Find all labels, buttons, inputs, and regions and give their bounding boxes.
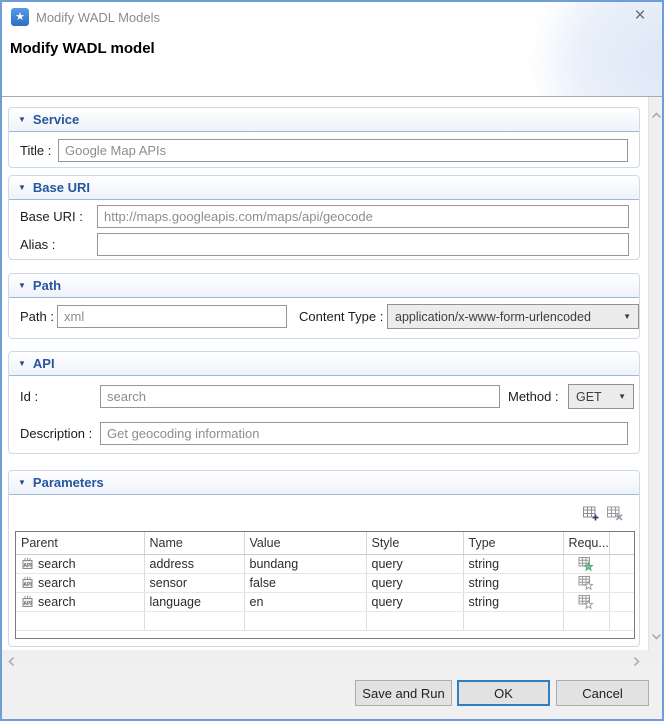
horizontal-scrollbar[interactable] (2, 650, 662, 667)
required-toggle-icon[interactable] (578, 594, 594, 610)
content-type-dropdown[interactable]: application/x-www-form-urlencoded ▼ (387, 304, 639, 329)
collapse-arrow-icon: ▼ (18, 115, 26, 124)
required-toggle-icon[interactable] (578, 556, 594, 572)
dropdown-arrow-icon: ▼ (618, 392, 626, 401)
collapse-arrow-icon: ▼ (18, 281, 26, 290)
save-and-run-button[interactable]: Save and Run (355, 680, 452, 706)
cell-style: query (366, 573, 463, 592)
method-value: GET (576, 390, 602, 404)
cell-name: address (144, 554, 244, 573)
id-label: Id : (20, 385, 38, 408)
section-header-api[interactable]: ▼ API (9, 352, 639, 376)
table-row[interactable]: API search language en query string (16, 592, 634, 611)
column-header-parent[interactable]: Parent (16, 532, 144, 554)
section-title-base-uri: Base URI (33, 180, 90, 195)
cell-type: string (463, 554, 563, 573)
button-bar: Save and Run OK Cancel (2, 667, 662, 719)
scroll-down-icon[interactable] (650, 627, 662, 645)
table-row[interactable]: API search address bundang query string (16, 554, 634, 573)
section-title-api: API (33, 356, 55, 371)
method-label: Method : (508, 385, 559, 408)
remove-parameter-icon[interactable] (606, 504, 624, 522)
cell-style: query (366, 554, 463, 573)
section-header-parameters[interactable]: ▼ Parameters (9, 471, 639, 495)
column-header-filler (609, 532, 634, 554)
column-header-name[interactable]: Name (144, 532, 244, 554)
svg-text:API: API (23, 563, 32, 569)
title-label: Title : (20, 139, 51, 162)
section-header-base-uri[interactable]: ▼ Base URI (9, 176, 639, 200)
cell-name: language (144, 592, 244, 611)
alias-input[interactable] (97, 233, 629, 256)
path-input[interactable] (57, 305, 287, 328)
cell-name: sensor (144, 573, 244, 592)
section-title-service: Service (33, 112, 79, 127)
section-api: ▼ API Id : Method : GET ▼ Description : (8, 351, 640, 454)
content-type-value: application/x-www-form-urlencoded (395, 310, 591, 324)
cell-parent: search (38, 576, 76, 590)
content-type-label: Content Type : (299, 305, 383, 328)
close-icon[interactable]: × (630, 6, 650, 26)
collapse-arrow-icon: ▼ (18, 359, 26, 368)
dialog-banner: ★ Modify WADL Models × Modify WADL model (2, 2, 662, 96)
column-header-required[interactable]: Requ... (563, 532, 609, 554)
cell-value: bundang (244, 554, 366, 573)
cell-filler (609, 592, 634, 611)
scroll-up-icon[interactable] (650, 106, 662, 124)
table-header-row: Parent Name Value Style Type Requ... (16, 532, 634, 554)
content-area: ▼ Service Title : ▼ Base URI Base URI : … (2, 97, 662, 650)
description-label: Description : (20, 422, 92, 445)
ok-button[interactable]: OK (457, 680, 550, 706)
svg-text:API: API (23, 582, 32, 588)
api-icon: API (21, 576, 34, 589)
api-icon: API (21, 595, 34, 608)
section-header-service[interactable]: ▼ Service (9, 108, 639, 132)
cell-parent: search (38, 557, 76, 571)
titlebar: ★ Modify WADL Models × (2, 2, 662, 32)
base-uri-label: Base URI : (20, 205, 83, 228)
api-icon: API (21, 557, 34, 570)
column-header-value[interactable]: Value (244, 532, 366, 554)
section-service: ▼ Service Title : (8, 107, 640, 168)
section-title-path: Path (33, 278, 61, 293)
cell-value: false (244, 573, 366, 592)
path-label: Path : (20, 305, 54, 328)
cell-style: query (366, 592, 463, 611)
cell-parent: search (38, 595, 76, 609)
modify-wadl-models-dialog: ★ Modify WADL Models × Modify WADL model… (0, 0, 664, 721)
cell-filler (609, 573, 634, 592)
parameters-table[interactable]: Parent Name Value Style Type Requ... (15, 531, 635, 639)
id-input[interactable] (100, 385, 500, 408)
required-toggle-icon[interactable] (578, 575, 594, 591)
svg-text:API: API (23, 601, 32, 607)
collapse-arrow-icon: ▼ (18, 478, 26, 487)
collapse-arrow-icon: ▼ (18, 183, 26, 192)
section-parameters: ▼ Parameters (8, 470, 640, 647)
app-icon: ★ (11, 8, 29, 26)
dropdown-arrow-icon: ▼ (623, 312, 631, 321)
description-input[interactable] (100, 422, 628, 445)
table-row[interactable]: API search sensor false query string (16, 573, 634, 592)
add-parameter-icon[interactable] (582, 504, 600, 522)
section-header-path[interactable]: ▼ Path (9, 274, 639, 298)
section-path: ▼ Path Path : Content Type : application… (8, 273, 640, 339)
section-base-uri: ▼ Base URI Base URI : Alias : (8, 175, 640, 260)
cell-type: string (463, 592, 563, 611)
cell-filler (609, 554, 634, 573)
method-dropdown[interactable]: GET ▼ (568, 384, 634, 409)
alias-label: Alias : (20, 233, 55, 256)
column-header-type[interactable]: Type (463, 532, 563, 554)
window-title: Modify WADL Models (36, 10, 160, 25)
cancel-button[interactable]: Cancel (556, 680, 649, 706)
table-row-empty[interactable] (16, 611, 634, 630)
section-title-parameters: Parameters (33, 475, 104, 490)
page-title: Modify WADL model (10, 40, 155, 57)
title-input[interactable] (58, 139, 628, 162)
column-header-style[interactable]: Style (366, 532, 463, 554)
cell-value: en (244, 592, 366, 611)
base-uri-input[interactable] (97, 205, 629, 228)
cell-type: string (463, 573, 563, 592)
vertical-scrollbar[interactable] (648, 97, 662, 650)
